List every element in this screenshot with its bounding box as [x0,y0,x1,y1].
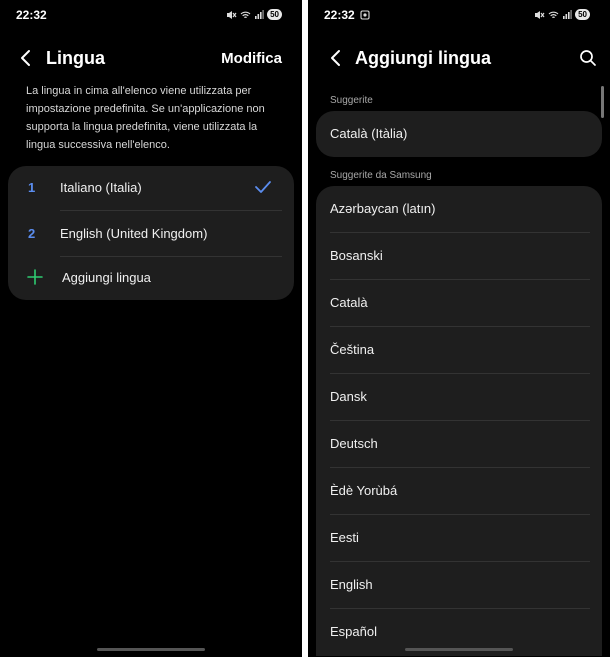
back-arrow-icon[interactable] [16,48,36,68]
checkmark-icon [255,181,271,193]
list-item[interactable]: Eesti [316,515,602,562]
language-number: 2 [28,226,36,241]
section-header-suggested: Suggerite [330,95,373,106]
language-name: Català (Itàlia) [330,126,408,141]
language-name: Dansk [330,389,367,404]
edit-button[interactable]: Modifica [221,50,282,67]
section-header-samsung: Suggerite da Samsung [330,170,432,181]
add-language-label: Aggiungi lingua [62,270,151,285]
status-time: 22:32 [324,8,355,22]
home-indicator [405,648,513,651]
samsung-list-card: Azərbaycan (latın) Bosanski Català Češti… [316,186,602,656]
battery-indicator: 50 [575,9,590,20]
wifi-icon [548,11,559,18]
language-item-italiano[interactable]: 1 Italiano (Italia) [8,166,294,212]
page-title: Lingua [46,48,105,68]
signal-icon [563,9,572,19]
language-name: Deutsch [330,436,378,451]
home-indicator [97,648,205,651]
battery-indicator: 50 [267,9,282,20]
status-bar: 22:32 50 [308,8,610,24]
mute-icon [535,10,545,19]
back-arrow-icon[interactable] [326,48,346,68]
wifi-icon [240,11,251,18]
list-item[interactable]: English [316,562,602,609]
list-item[interactable]: Català [316,280,602,327]
list-item[interactable]: Català (Itàlia) [316,111,602,158]
list-item[interactable]: Čeština [316,327,602,374]
language-name: Èdè Yorùbá [330,483,398,498]
language-number: 1 [28,180,36,195]
divider [60,210,282,211]
search-icon[interactable] [578,48,598,68]
language-name: Italiano (Italia) [60,180,142,195]
list-item[interactable]: Bosanski [316,233,602,280]
status-bar: 22:32 50 [0,8,302,24]
list-item[interactable]: Deutsch [316,421,602,468]
language-name: Čeština [330,342,375,357]
language-list-card: 1 Italiano (Italia) 2 English (United Ki… [8,166,294,300]
description-text: La lingua in cima all'elenco viene utili… [26,85,265,151]
language-name: English (United Kingdom) [60,226,208,241]
list-item[interactable]: Azərbaycan (latın) [316,186,602,233]
app-bar: Lingua Modifica [0,44,302,72]
language-item-english[interactable]: 2 English (United Kingdom) [8,212,294,258]
language-name: Azərbaycan (latın) [330,201,436,216]
app-bar: Aggiungi lingua [308,44,610,72]
plus-icon [27,269,43,285]
language-name: Català [330,295,368,310]
list-item[interactable]: Dansk [316,374,602,421]
list-item[interactable]: Èdè Yorùbá [316,468,602,515]
language-name: English [330,577,373,592]
mute-icon [227,10,237,19]
status-time: 22:32 [16,8,47,22]
add-language-button[interactable]: Aggiungi lingua [8,256,294,302]
page-title: Aggiungi lingua [355,48,491,68]
language-name: Eesti [330,530,359,545]
screenshot-icon [360,10,370,20]
language-settings-screen: 22:32 50 Lingua Modifica La lingua in ci… [0,0,302,657]
add-language-screen: 22:32 50 Aggiungi lingua Suggerite Catal… [308,0,610,657]
suggested-list-card: Català (Itàlia) [316,111,602,157]
language-name: Bosanski [330,248,383,263]
language-name: Español [330,624,377,639]
signal-icon [255,9,264,19]
